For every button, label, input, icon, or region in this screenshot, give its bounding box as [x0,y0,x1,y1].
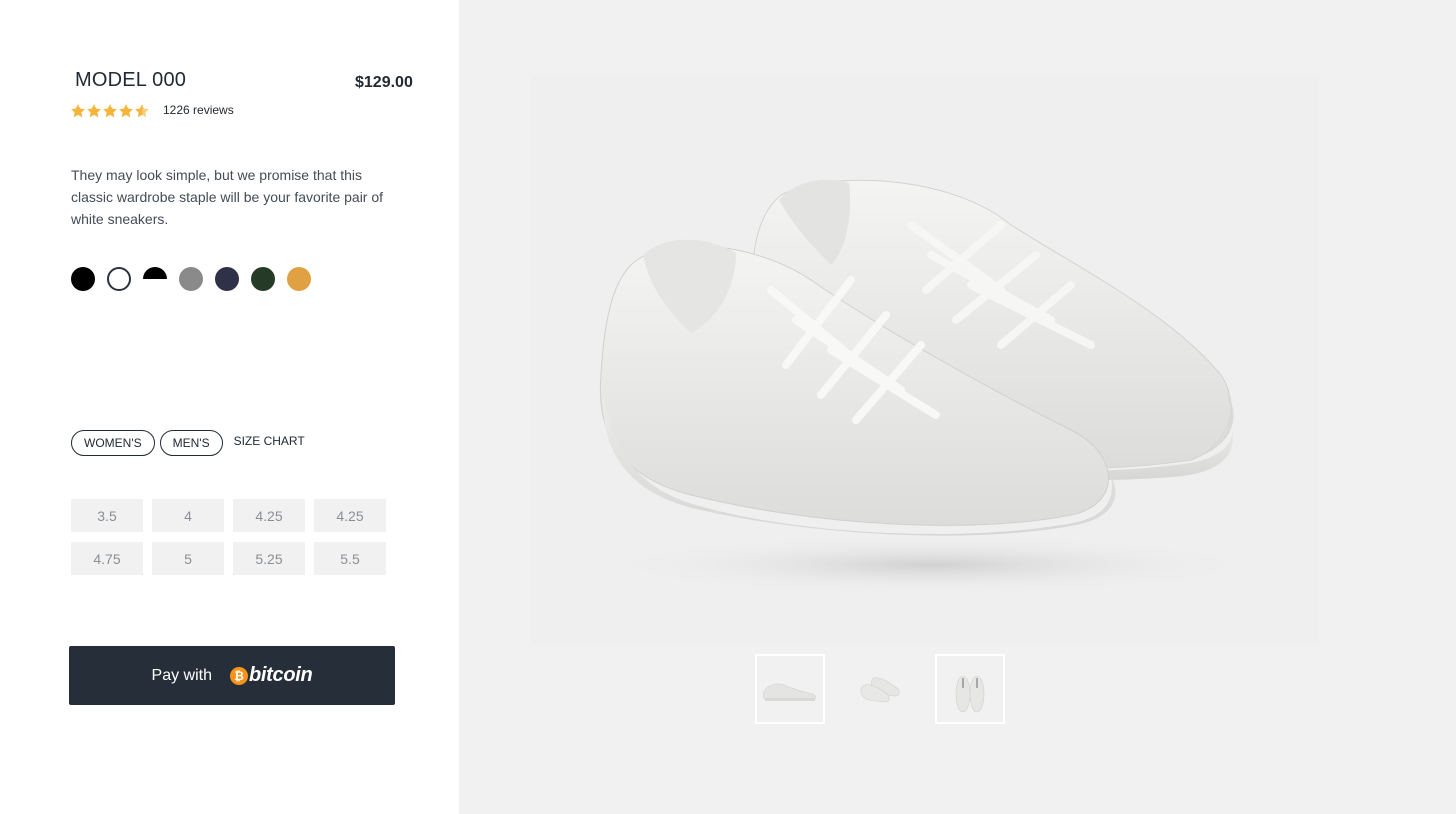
bitcoin-icon: ₿ [230,666,248,685]
reviews-count[interactable]: 1226 reviews [163,103,234,117]
thumbnail-side-view[interactable] [755,654,825,724]
product-title: MODEL 000 [75,69,187,91]
sneaker-pair-image [599,179,1261,595]
size-chart-link[interactable]: SIZE CHART [234,434,305,448]
color-swatch-green[interactable] [251,267,275,291]
star-icon [119,104,133,118]
star-icon [103,104,117,118]
size-option[interactable]: 4.25 [314,499,386,532]
gender-tabs: WOMEN'S MEN'S SIZE CHART [71,430,305,456]
product-main-image [531,75,1319,645]
sneaker-pair-thumbnail [860,677,900,703]
product-price: $129.00 [355,74,413,91]
size-option[interactable]: 5.5 [314,542,386,575]
color-swatch-black-white[interactable] [143,267,167,291]
sneaker-side-thumbnail [762,683,816,701]
pay-button-label: Pay with [151,666,212,684]
size-grid: 3.5 4 4.25 4.25 4.75 5 5.25 5.5 [71,499,386,575]
color-swatch-gold[interactable] [287,267,311,291]
color-swatch-navy[interactable] [215,267,239,291]
star-icon [87,104,101,118]
size-option[interactable]: 5 [152,542,224,575]
color-swatch-gray[interactable] [179,267,203,291]
tab-mens[interactable]: MEN'S [159,430,223,456]
tab-womens[interactable]: WOMEN'S [71,430,155,456]
color-swatch-white[interactable] [107,267,131,291]
product-gallery [459,0,1456,814]
size-option[interactable]: 4.75 [71,542,143,575]
size-option[interactable]: 5.25 [233,542,305,575]
bitcoin-logo-text: bitcoin [249,664,313,686]
star-half-icon [135,104,149,118]
color-swatch-black[interactable] [71,267,95,291]
thumbnail-pair-angle-view[interactable] [845,654,915,724]
sneaker-top-thumbnail [955,675,985,713]
size-option[interactable]: 4 [152,499,224,532]
product-info-panel: MODEL 000 $129.00 1226 reviews They may … [0,0,459,814]
size-option[interactable]: 4.25 [233,499,305,532]
star-icon [71,104,85,118]
thumbnail-strip [755,654,1005,724]
pay-with-bitcoin-button[interactable]: Pay with ₿ bitcoin [69,646,395,705]
product-description: They may look simple, but we promise tha… [71,167,384,227]
thumbnail-top-view[interactable] [935,654,1005,724]
color-swatches [71,267,311,291]
size-option[interactable]: 3.5 [71,499,143,532]
rating-stars [70,103,150,119]
